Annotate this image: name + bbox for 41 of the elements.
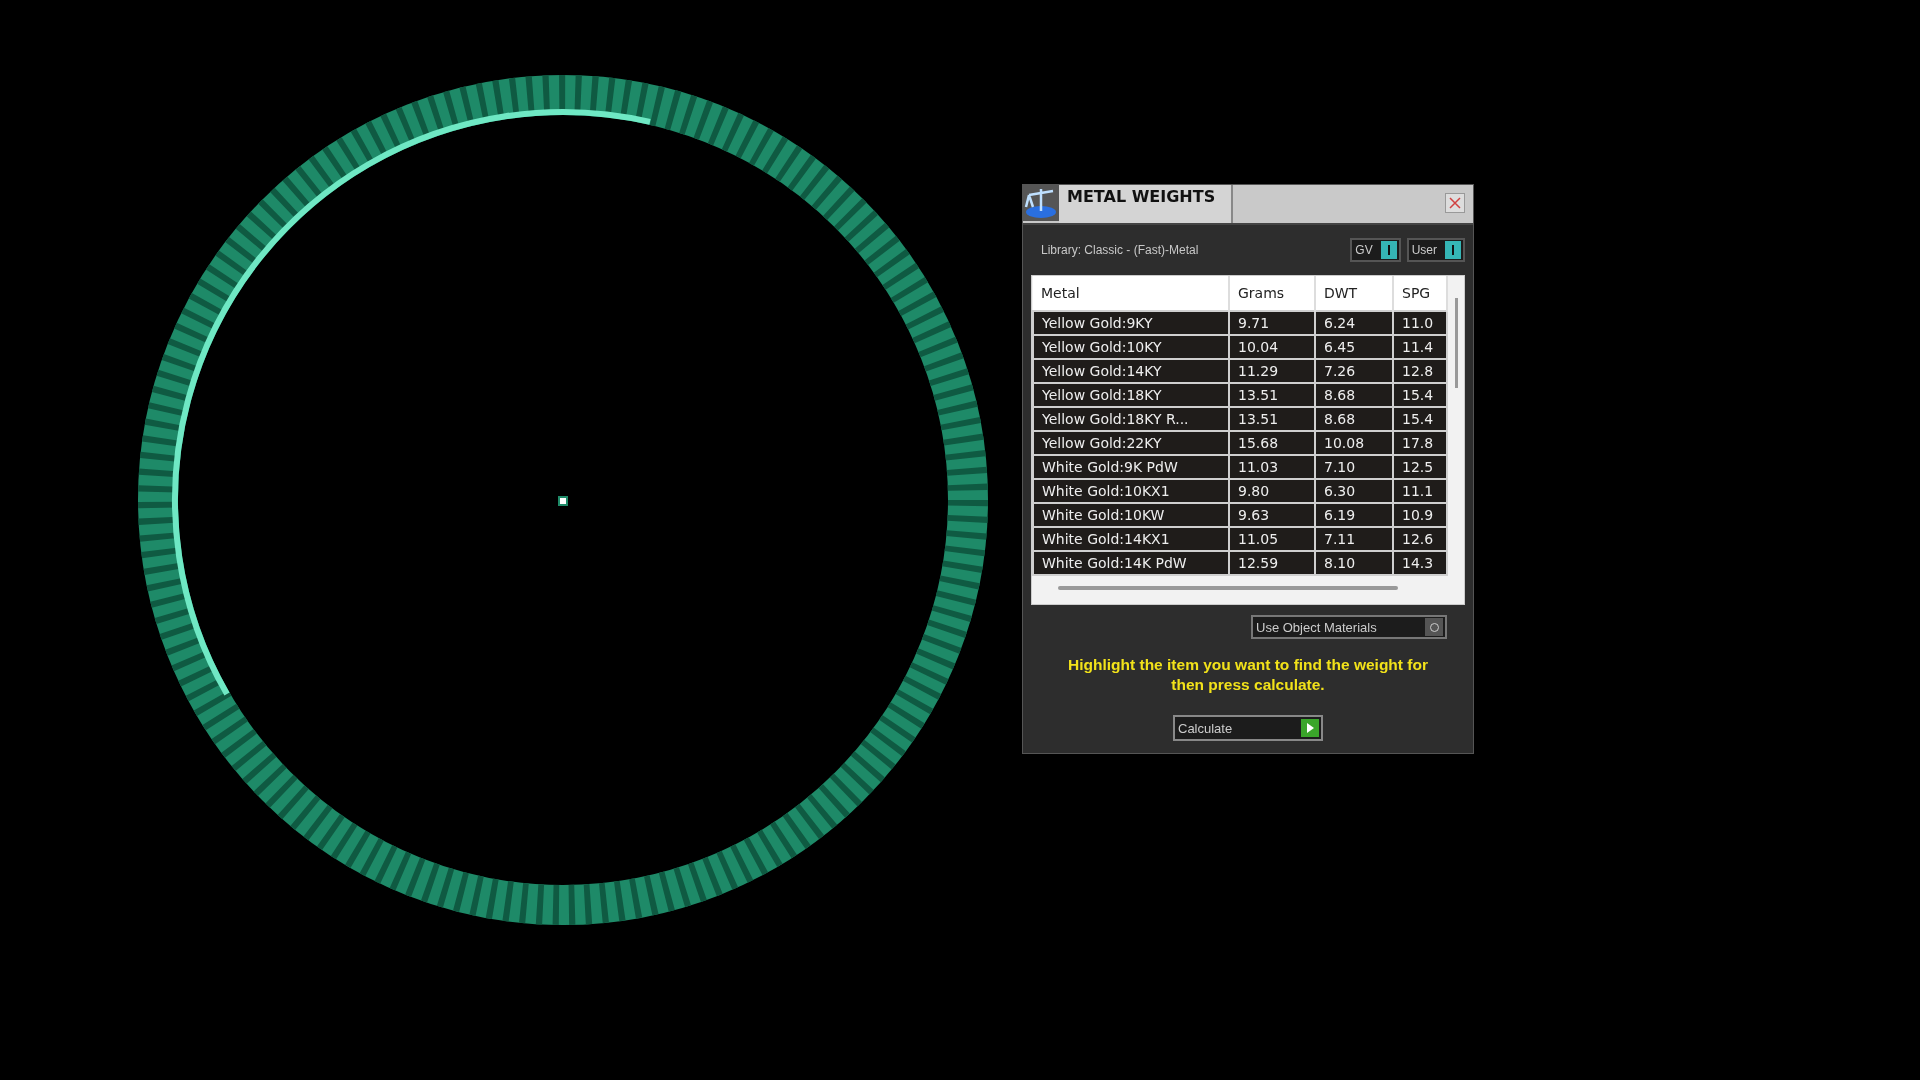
table-cell: 11.05 bbox=[1229, 527, 1315, 551]
table-cell: 12.59 bbox=[1229, 551, 1315, 575]
table-cell: 9.71 bbox=[1229, 311, 1315, 335]
instruction-text: Highlight the item you want to find the weight for then press calculate. bbox=[1067, 655, 1429, 695]
close-icon bbox=[1449, 197, 1461, 209]
window-title: METAL WEIGHTS bbox=[1059, 185, 1233, 223]
column-header[interactable]: SPG bbox=[1393, 276, 1447, 311]
scrollbar-thumb[interactable] bbox=[1455, 298, 1458, 388]
column-header[interactable]: DWT bbox=[1315, 276, 1393, 311]
table-cell: 15.68 bbox=[1229, 431, 1315, 455]
toggle-button[interactable]: GV bbox=[1350, 238, 1401, 262]
toggle-button[interactable]: User bbox=[1406, 238, 1465, 262]
column-header[interactable]: Grams bbox=[1229, 276, 1315, 311]
play-icon bbox=[1301, 719, 1319, 737]
table-cell: 9.80 bbox=[1229, 479, 1315, 503]
scrollbar-thumb[interactable] bbox=[1058, 586, 1398, 590]
close-button[interactable] bbox=[1445, 193, 1465, 213]
table-cell: White Gold:14KX1 bbox=[1033, 527, 1229, 551]
table-cell: Yellow Gold:9KY bbox=[1033, 311, 1229, 335]
table-cell: 13.51 bbox=[1229, 383, 1315, 407]
table-cell: 6.24 bbox=[1315, 311, 1393, 335]
use-object-materials-toggle[interactable]: Use Object Materials bbox=[1251, 615, 1447, 639]
table-cell: 9.63 bbox=[1229, 503, 1315, 527]
table-cell: Yellow Gold:10KY bbox=[1033, 335, 1229, 359]
table-cell: Yellow Gold:18KY bbox=[1033, 383, 1229, 407]
calculate-button[interactable]: Calculate bbox=[1173, 715, 1323, 741]
table-cell: 11.03 bbox=[1229, 455, 1315, 479]
library-label: Library: Classic - (Fast)-Metal bbox=[1041, 243, 1199, 257]
column-header[interactable]: Metal bbox=[1033, 276, 1229, 311]
table-cell: White Gold:9K PdW bbox=[1033, 455, 1229, 479]
table-cell: White Gold:10KX1 bbox=[1033, 479, 1229, 503]
table-cell: 10.04 bbox=[1229, 335, 1315, 359]
table-cell: White Gold:14K PdW bbox=[1033, 551, 1229, 575]
table-cell: 13.51 bbox=[1229, 407, 1315, 431]
table-cell: 11.29 bbox=[1229, 359, 1315, 383]
table-cell: White Gold:10KW bbox=[1033, 503, 1229, 527]
table-cell: Yellow Gold:18KY R... bbox=[1033, 407, 1229, 431]
table-cell: Yellow Gold:14KY bbox=[1033, 359, 1229, 383]
table-cell: 11.0 bbox=[1393, 311, 1447, 335]
table-cell: Yellow Gold:22KY bbox=[1033, 431, 1229, 455]
pivot-marker bbox=[558, 496, 568, 506]
